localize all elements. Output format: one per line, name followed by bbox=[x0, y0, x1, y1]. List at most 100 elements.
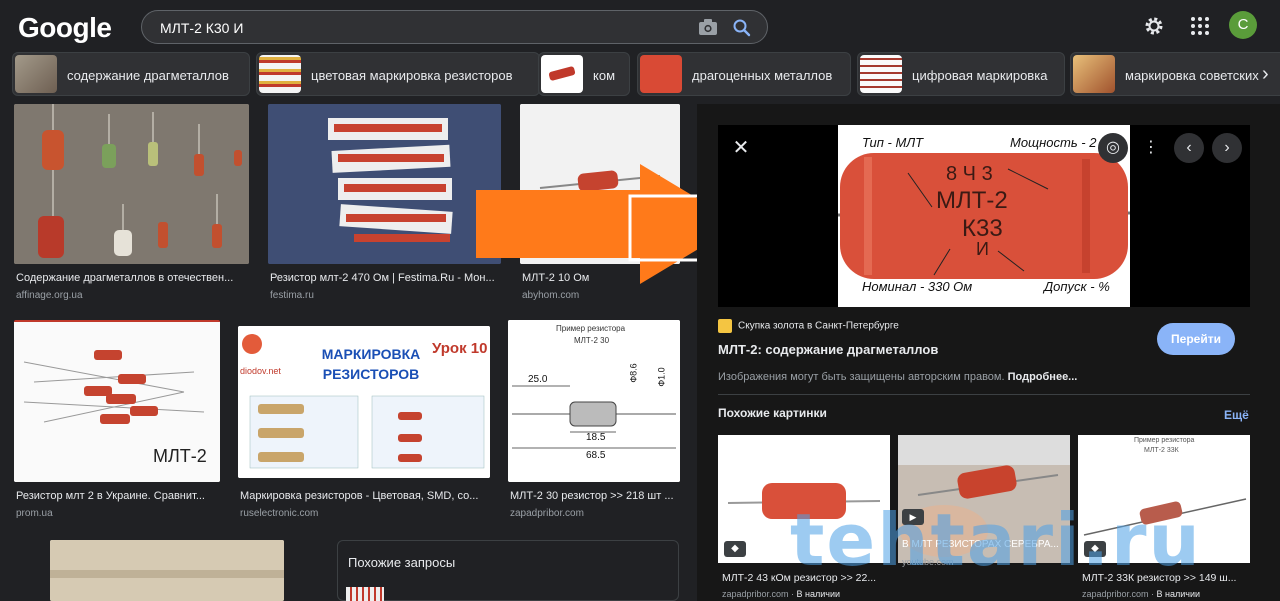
stock-status: В наличии bbox=[1156, 589, 1201, 599]
chip-thumbnail bbox=[541, 55, 583, 93]
results-page: Google МЛТ-2 К30 И С содержание драгмета… bbox=[0, 0, 1280, 601]
result-source[interactable]: prom.ua bbox=[16, 508, 53, 519]
previous-chevron-icon[interactable]: ‹ bbox=[1174, 133, 1204, 163]
dim-label: 18.5 bbox=[586, 432, 606, 443]
result-card[interactable]: Содержание драгметаллов в отечествен... … bbox=[14, 104, 250, 304]
stock-status: В наличии bbox=[796, 589, 841, 599]
result-card[interactable]: Резистор млт-2 470 Ом | Festima.Ru - Мон… bbox=[268, 104, 501, 304]
image-subtitle: МЛТ-2 33К bbox=[1144, 447, 1179, 454]
result-image[interactable] bbox=[50, 540, 284, 601]
tag-icon: ◆ bbox=[724, 541, 746, 557]
tolerance-label: Допуск - % bbox=[1044, 279, 1110, 294]
next-chevron-icon[interactable]: › bbox=[1212, 133, 1242, 163]
result-image[interactable] bbox=[268, 104, 501, 264]
lens-search-icon[interactable]: ◎ bbox=[1098, 133, 1128, 163]
chip-label: драгоценных металлов bbox=[692, 68, 833, 83]
image-badge: Урок 10 bbox=[432, 340, 488, 357]
image-subtitle: МЛТ-2 30 bbox=[574, 336, 610, 345]
result-source[interactable]: zapadpribor.com bbox=[510, 508, 584, 519]
similar-source-name: zapadpribor.com bbox=[1082, 589, 1149, 599]
related-searches-heading: Похожие запросы bbox=[348, 555, 456, 570]
close-icon[interactable]: ✕ bbox=[726, 133, 756, 163]
chip-label: ком bbox=[593, 68, 616, 83]
chips-next-chevron-icon[interactable]: › bbox=[1262, 62, 1280, 86]
result-caption[interactable]: Маркировка резисторов - Цветовая, SMD, с… bbox=[240, 490, 488, 502]
marking-line: МЛТ-2 bbox=[936, 187, 1008, 214]
chip-soviet-marking[interactable]: маркировка советских bbox=[1070, 52, 1280, 96]
chip-label: маркировка советских bbox=[1125, 68, 1259, 83]
chip-label: цветовая маркировка резисторов bbox=[311, 68, 513, 83]
resistors-photo bbox=[14, 104, 249, 264]
result-caption[interactable]: Содержание драгметаллов в отечествен... bbox=[16, 272, 250, 284]
resistor-tape-photo bbox=[50, 540, 284, 601]
result-source[interactable]: festima.ru bbox=[270, 290, 314, 301]
chip-label: цифровая маркировка bbox=[912, 68, 1048, 83]
search-box[interactable]: МЛТ-2 К30 И bbox=[141, 10, 768, 44]
copyright-text: Изображения могут быть защищены авторски… bbox=[718, 371, 1005, 383]
marking-line: И bbox=[976, 239, 989, 259]
chip-precious-metals[interactable]: драгоценных металлов bbox=[637, 52, 851, 96]
preview-image-viewer: 8 Ч 3 МЛТ-2 К33 И Тип - МЛТ Мощность - 2… bbox=[718, 125, 1250, 307]
dim-label: Ф8.6 bbox=[628, 363, 639, 383]
dim-label: Ф1.0 bbox=[656, 367, 667, 387]
chip-label: содержание драгметаллов bbox=[67, 68, 229, 83]
similar-source: zapadpribor.com · В наличии bbox=[722, 589, 841, 599]
apps-grid-icon[interactable] bbox=[1189, 15, 1211, 37]
image-label: МЛТ-2 bbox=[153, 446, 207, 466]
result-source[interactable]: ruselectronic.com bbox=[240, 508, 318, 519]
chip-kom[interactable]: ком bbox=[538, 52, 630, 96]
preview-image[interactable]: 8 Ч 3 МЛТ-2 К33 И Тип - МЛТ Мощность - 2… bbox=[838, 125, 1130, 307]
chip-thumbnail bbox=[1073, 55, 1115, 93]
dim-label: 25.0 bbox=[528, 374, 548, 385]
search-icon[interactable] bbox=[732, 18, 752, 38]
result-caption[interactable]: МЛТ-2 30 резистор >> 218 шт ... bbox=[510, 490, 680, 502]
more-similar-link[interactable]: Ещё bbox=[1224, 408, 1249, 422]
result-image[interactable]: МЛТ-2 bbox=[14, 320, 220, 482]
type-label: Тип - МЛТ bbox=[862, 135, 924, 150]
marking-line: 8 Ч 3 bbox=[946, 163, 993, 185]
camera-icon[interactable] bbox=[698, 18, 718, 36]
chip-thumbnail bbox=[15, 55, 57, 93]
result-image[interactable]: diodov.net МАРКИРОВКА РЕЗИСТОРОВ Урок 10 bbox=[238, 326, 490, 478]
result-caption[interactable]: Резистор млт-2 470 Ом | Festima.Ru - Мон… bbox=[270, 272, 500, 284]
result-card[interactable]: МЛТ-2 Резистор млт 2 в Украине. Сравнит.… bbox=[14, 320, 220, 520]
result-caption[interactable]: Резистор млт 2 в Украине. Сравнит... bbox=[16, 490, 220, 502]
similar-source: zapadpribor.com · В наличии bbox=[1082, 589, 1201, 599]
resistor-strips-photo bbox=[268, 104, 501, 264]
chip-precious-metals-content[interactable]: содержание драгметаллов bbox=[12, 52, 250, 96]
site-watermark: tehtari.ru bbox=[790, 498, 1202, 582]
similar-images-heading: Похожие картинки bbox=[718, 406, 827, 420]
search-input[interactable]: МЛТ-2 К30 И bbox=[160, 20, 243, 36]
image-title: МАРКИРОВКА РЕЗИСТОРОВ bbox=[321, 346, 421, 382]
settings-gear-icon[interactable] bbox=[1143, 15, 1165, 37]
visit-button[interactable]: Перейти bbox=[1157, 323, 1235, 355]
learn-more-link[interactable]: Подробнее... bbox=[1008, 371, 1078, 383]
chip-digital-marking[interactable]: цифровая маркировка bbox=[857, 52, 1065, 96]
result-image[interactable] bbox=[14, 104, 249, 264]
account-avatar[interactable]: С bbox=[1229, 11, 1257, 39]
image-title: Пример резистора bbox=[1134, 437, 1195, 444]
site-favicon-icon bbox=[718, 319, 732, 333]
result-image[interactable]: Пример резистора МЛТ-2 30 25.0 Ф8.6 Ф1.0… bbox=[508, 320, 680, 482]
result-card[interactable]: diodov.net МАРКИРОВКА РЕЗИСТОРОВ Урок 10… bbox=[238, 326, 490, 520]
preview-title[interactable]: МЛТ-2: содержание драгметаллов bbox=[718, 342, 938, 357]
more-options-icon[interactable]: ⋮ bbox=[1136, 133, 1166, 163]
chip-thumbnail bbox=[860, 55, 902, 93]
similar-source-name: zapadpribor.com bbox=[722, 589, 789, 599]
result-source[interactable]: affinage.org.ua bbox=[16, 290, 83, 301]
image-site-label: diodov.net bbox=[240, 366, 281, 376]
image-title: Пример резистора bbox=[556, 324, 626, 333]
copyright-notice: Изображения могут быть защищены авторски… bbox=[718, 371, 1077, 383]
chip-thumbnail bbox=[259, 55, 301, 93]
result-card[interactable]: Пример резистора МЛТ-2 30 25.0 Ф8.6 Ф1.0… bbox=[508, 320, 680, 520]
chip-thumbnail bbox=[640, 55, 682, 93]
related-searches-box: Похожие запросы bbox=[337, 540, 679, 601]
result-card[interactable] bbox=[50, 540, 284, 601]
preview-source[interactable]: Скупка золота в Санкт-Петербурге bbox=[718, 319, 899, 333]
google-logo[interactable]: Google bbox=[18, 12, 112, 44]
chip-color-marking[interactable]: цветовая маркировка резисторов bbox=[256, 52, 540, 96]
divider bbox=[718, 394, 1250, 395]
related-chips-bar: содержание драгметаллов цветовая маркиро… bbox=[12, 52, 1280, 96]
preview-source-name: Скупка золота в Санкт-Петербурге bbox=[738, 320, 899, 332]
related-thumbnail[interactable] bbox=[346, 587, 384, 601]
